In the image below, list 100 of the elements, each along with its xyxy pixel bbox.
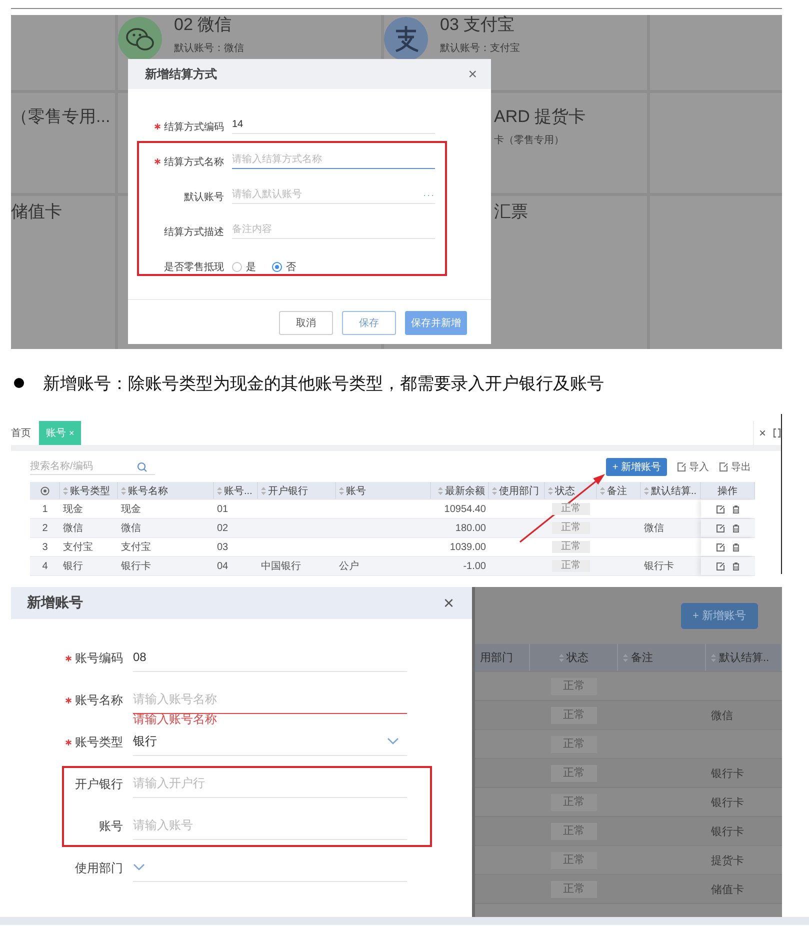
bullet-icon (14, 378, 24, 388)
column-header: 开户银行 (258, 482, 336, 499)
input-field[interactable]: 请输入账号名称 (133, 688, 407, 714)
sort-icon (217, 486, 222, 494)
close-button[interactable]: × (443, 592, 454, 614)
dialog-title: 新增结算方式 (145, 66, 217, 82)
sort-icon (623, 654, 628, 662)
field-label: 结算方式名称 (164, 156, 224, 168)
document-icon (719, 462, 728, 472)
table-cell-text: 银行卡 (710, 796, 745, 810)
table-cell-text: 1 (41, 502, 49, 516)
trash-icon (732, 504, 740, 514)
cancel-button[interactable]: 取消 (279, 311, 333, 335)
sort-icon (644, 486, 649, 494)
column-header: 使用部门 (489, 482, 545, 499)
table-cell-text: 10954.40 (443, 502, 487, 516)
table-cell-text: 银行卡 (710, 766, 745, 782)
import-button[interactable]: 导入 (677, 458, 709, 476)
bullet-text: 新增账号：除账号类型为现金的其他账号类型，都需要录入开户银行及账号 (43, 372, 604, 394)
card-title: 03 支付宝 (440, 15, 516, 35)
column-header: 账号名称 (118, 482, 214, 499)
card-subtitle: 默认账号：支付宝 (440, 42, 520, 55)
edit-icon (716, 562, 725, 570)
column-header: 默认结算.. (641, 482, 701, 499)
close-button[interactable]: × (468, 66, 477, 82)
input-field[interactable]: 请输入默认账号 ··· (232, 189, 435, 204)
column-header: 默认结算.. (706, 644, 782, 671)
table-cell-text: 03 (216, 540, 230, 554)
card-title: 储值卡 (11, 202, 62, 222)
table-cell-text: 4 (41, 560, 49, 574)
chevron-icon (387, 737, 399, 745)
select-field[interactable]: 银行 (133, 730, 407, 756)
table-cell-text: 银行卡 (120, 560, 152, 574)
field-label: 结算方式编码 (164, 120, 224, 134)
search-field[interactable]: 搜索名称/编码 (30, 459, 155, 475)
card-title: （零售专用... (11, 107, 110, 127)
column-header: 用部门 (475, 644, 530, 671)
table-cell-text: 1039.00 (448, 540, 487, 554)
status-badge: 正常 (552, 522, 590, 534)
card-subtitle: 卡（零售专用） (494, 134, 565, 147)
chat-bubbles-icon (118, 17, 162, 61)
chevron-icon (133, 863, 145, 871)
add-button[interactable]: + 新增账号 (606, 458, 667, 476)
radio-option[interactable]: 否 (272, 260, 296, 274)
column-header: 账号... (214, 482, 258, 499)
sort-icon (558, 654, 564, 662)
table-cell-text: 微信 (643, 522, 665, 536)
table-cell-text: 2 (41, 522, 49, 536)
column-header: 账号类型 (60, 482, 118, 499)
input-field[interactable]: 08 (133, 646, 407, 672)
sort-icon (548, 486, 553, 494)
input-field[interactable]: 14 (232, 119, 435, 134)
sort-icon (711, 654, 716, 662)
table-cell-text: 公户 (338, 560, 360, 574)
sort-icon (121, 486, 126, 494)
more-button[interactable]: ··· (423, 190, 435, 200)
export-button[interactable]: 导出 (719, 458, 751, 476)
trash-icon (732, 524, 740, 532)
status-badge: 正常 (551, 764, 597, 782)
search-icon (137, 462, 147, 472)
sort-icon (492, 486, 497, 494)
sort-icon (438, 486, 443, 494)
radio-option[interactable]: 是 (232, 260, 256, 274)
tab[interactable]: 首页 (11, 421, 39, 445)
gear-icon (40, 486, 50, 496)
payment-logo-icon (384, 17, 428, 61)
status-badge: 正常 (552, 541, 590, 553)
column-header: 最新余额 (431, 482, 489, 499)
table-cell-text: 银行 (62, 560, 84, 574)
table-cell-text: 微信 (120, 522, 142, 536)
card-title: 02 微信 (174, 15, 233, 35)
status-badge: 正常 (551, 678, 597, 694)
card-title: 汇票 (494, 202, 528, 222)
status-badge: 正常 (551, 852, 597, 868)
table-cell-text: 01 (216, 502, 230, 516)
table-cell-text: 180.00 (454, 522, 487, 536)
table-cell-text: 微信 (62, 522, 84, 536)
status-badge: 正常 (552, 503, 590, 515)
card-subtitle: 默认账号：微信 (174, 42, 244, 55)
dialog-title: 新增账号 (27, 594, 83, 612)
field-label: 是否零售抵现 (164, 260, 224, 274)
status-badge: 正常 (551, 736, 597, 752)
table-cell-text: 02 (216, 522, 230, 536)
table-cell-text: 中国银行 (260, 560, 302, 574)
document-icon (677, 462, 686, 472)
column-header: 状态 (530, 644, 618, 671)
table-cell-text: 04 (216, 560, 230, 574)
sort-icon (600, 486, 605, 494)
column-header: 操作 (701, 482, 755, 499)
status-badge: 正常 (551, 822, 597, 840)
trash-icon (732, 562, 740, 570)
status-badge: 正常 (551, 880, 597, 898)
table-cell-text: 3 (41, 540, 49, 554)
table-cell-text: 支付宝 (120, 540, 152, 555)
table-cell-text: 银行卡 (643, 560, 675, 574)
field-label: 账号名称 (75, 692, 123, 708)
field-label: 使用部门 (75, 860, 123, 876)
column-header: 账号 (336, 482, 431, 499)
table-cell-text: 现金 (120, 503, 142, 517)
table-cell-text: 微信 (710, 708, 734, 724)
